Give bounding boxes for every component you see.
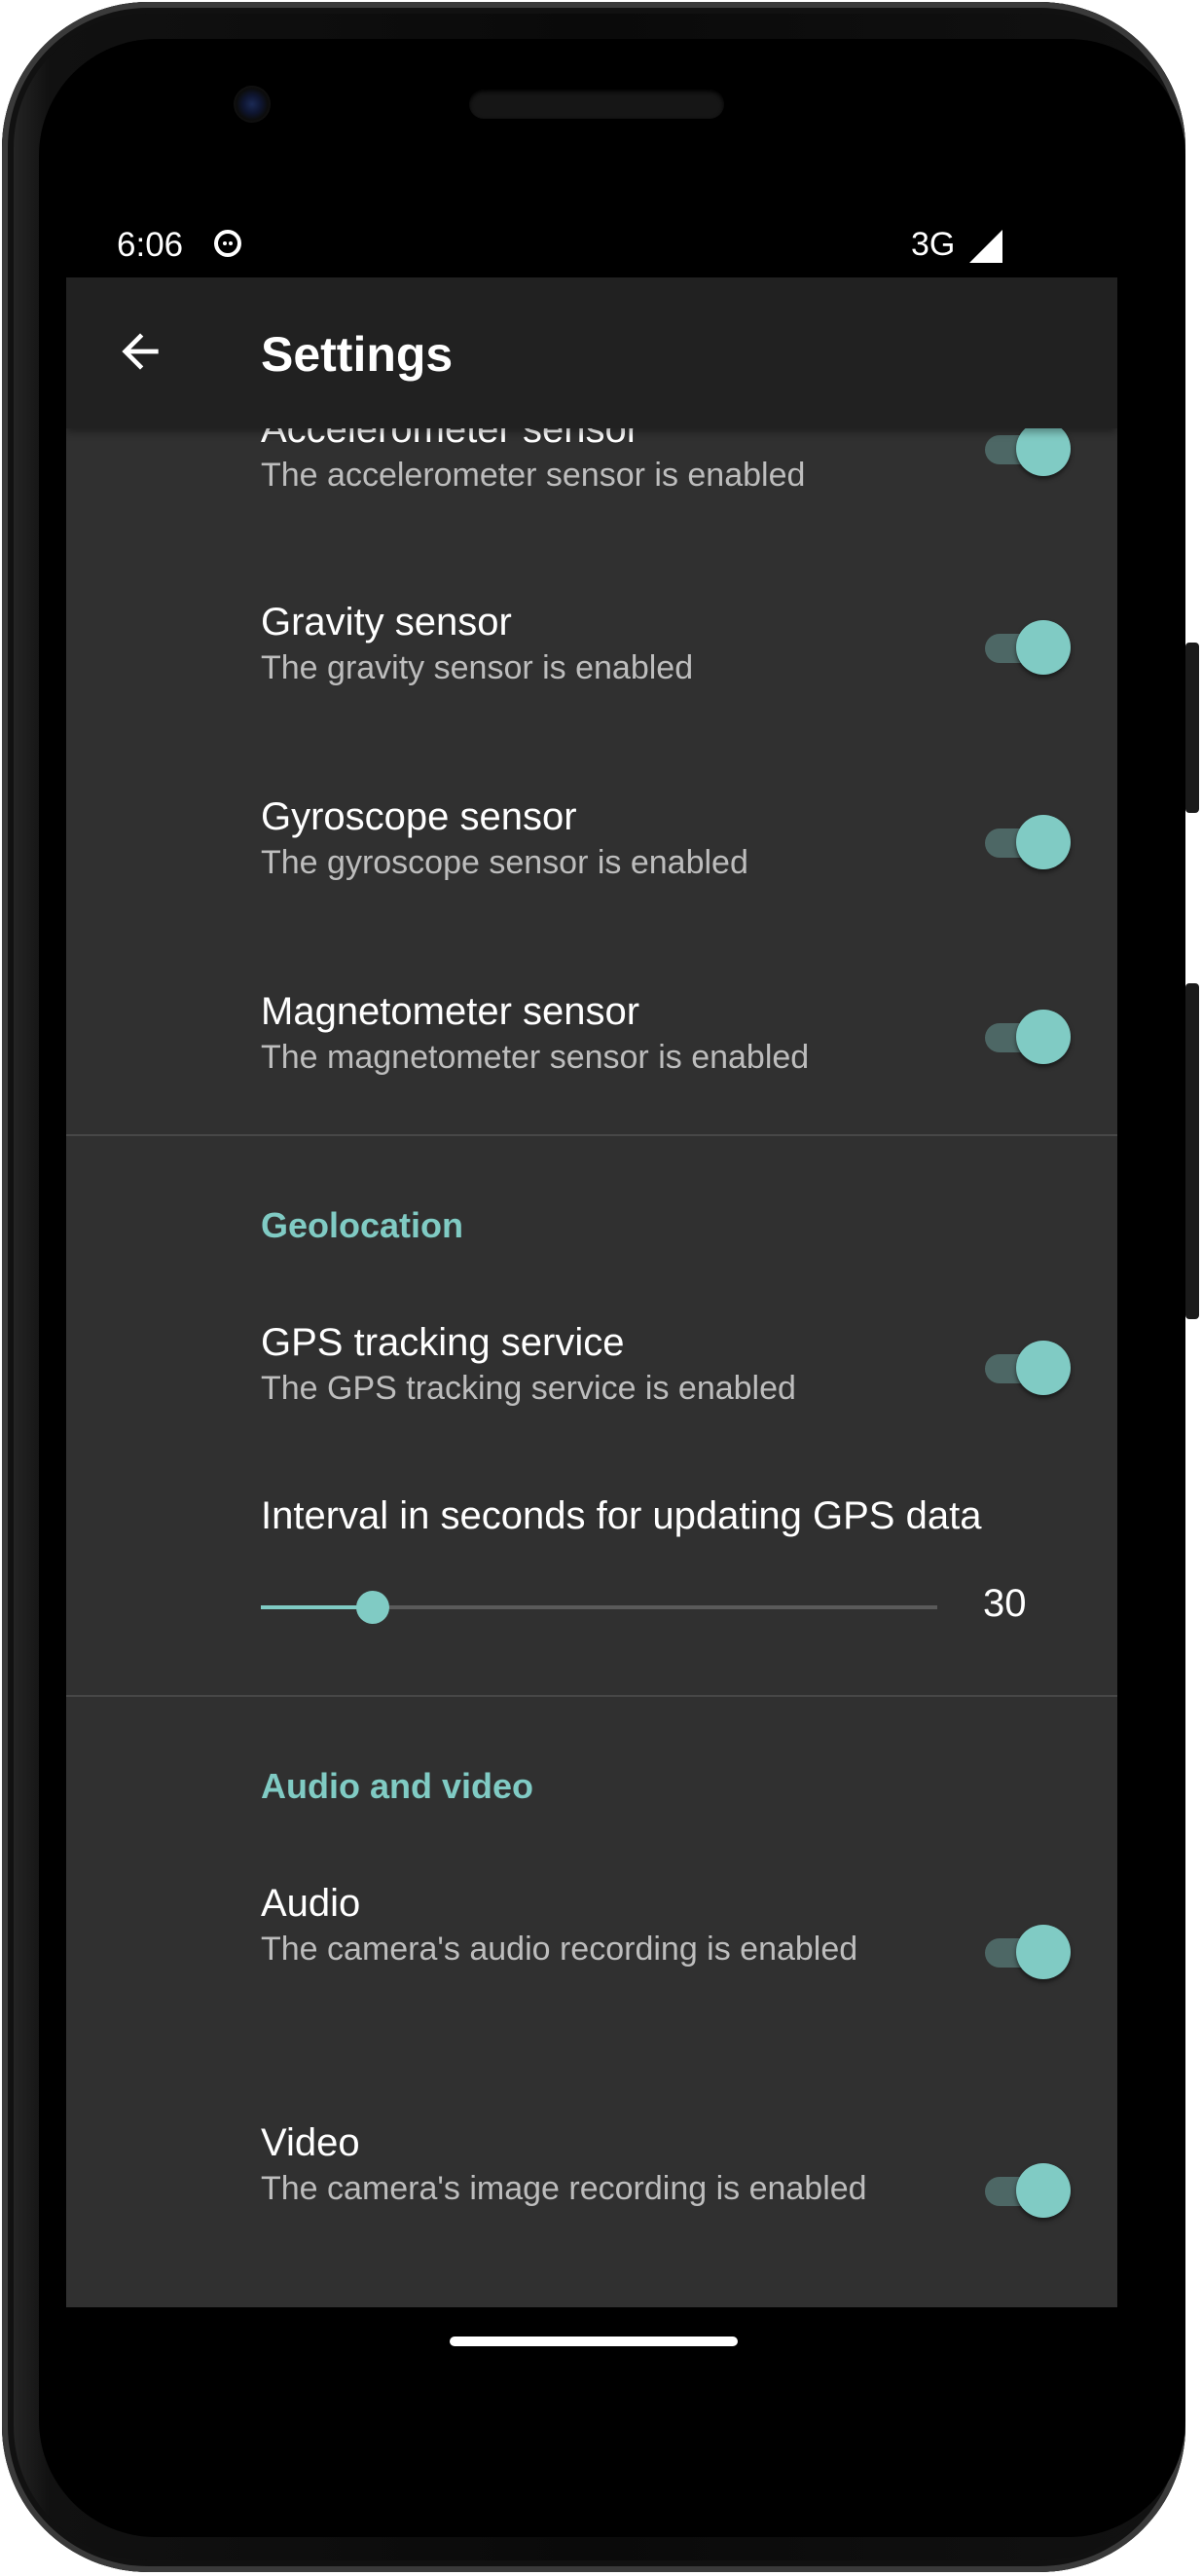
power-button: [1185, 983, 1199, 1319]
switch-thumb: [1016, 815, 1071, 869]
switch-thumb: [1016, 620, 1071, 675]
switch-thumb: [1016, 422, 1071, 476]
video-switch[interactable]: [981, 2161, 1071, 2220]
section-divider: [66, 1695, 1117, 1697]
pref-title: Interval in seconds for updating GPS dat…: [261, 1494, 982, 1537]
status-time: 6:06: [117, 226, 184, 264]
magnetometer-switch[interactable]: [981, 1008, 1071, 1066]
pref-summary: The gyroscope sensor is enabled: [261, 844, 748, 881]
pref-title: Gravity sensor: [261, 601, 512, 644]
back-arrow-icon[interactable]: [113, 324, 167, 379]
section-divider: [66, 1134, 1117, 1136]
gravity-switch[interactable]: [981, 618, 1071, 677]
notification-icon: [214, 230, 241, 257]
accelerometer-switch[interactable]: [981, 420, 1071, 478]
pref-gyroscope[interactable]: Gyroscope sensor The gyroscope sensor is…: [261, 793, 981, 885]
front-camera: [234, 86, 271, 123]
category-audio-video: Audio and video: [261, 1766, 534, 1806]
pref-gravity[interactable]: Gravity sensor The gravity sensor is ena…: [261, 599, 981, 690]
slider-value: 30: [983, 1582, 1027, 1625]
pref-audio[interactable]: Audio The camera's audio recording is en…: [261, 1880, 981, 1971]
pref-summary: The accelerometer sensor is enabled: [261, 457, 806, 494]
pref-title: Gyroscope sensor: [261, 795, 577, 838]
audio-switch[interactable]: [981, 1923, 1071, 1981]
pref-title: Magnetometer sensor: [261, 990, 640, 1033]
pref-title: Video: [261, 2121, 360, 2164]
volume-button: [1185, 643, 1199, 813]
switch-thumb: [1016, 1010, 1071, 1064]
pref-summary: The camera's audio recording is enabled: [261, 1931, 858, 1968]
pref-gps-interval: Interval in seconds for updating GPS dat…: [261, 1492, 1098, 1539]
home-indicator[interactable]: [450, 2337, 738, 2346]
earpiece-speaker: [469, 90, 724, 119]
network-type: 3G: [911, 226, 956, 263]
settings-screen: Accelerometer sensor The accelerometer s…: [66, 277, 1117, 2307]
pref-title: Audio: [261, 1882, 361, 1925]
pref-gps-tracking[interactable]: GPS tracking service The GPS tracking se…: [261, 1319, 981, 1411]
pref-summary: The gravity sensor is enabled: [261, 649, 694, 686]
switch-thumb: [1016, 1925, 1071, 1979]
pref-video[interactable]: Video The camera's image recording is en…: [261, 2119, 981, 2211]
switch-thumb: [1016, 2163, 1071, 2218]
pref-summary: The camera's image recording is enabled: [261, 2170, 867, 2207]
pref-magnetometer[interactable]: Magnetometer sensor The magnetometer sen…: [261, 988, 981, 1080]
pref-summary: The magnetometer sensor is enabled: [261, 1039, 810, 1076]
pref-title: GPS tracking service: [261, 1321, 625, 1364]
gyroscope-switch[interactable]: [981, 813, 1071, 871]
pref-summary: The GPS tracking service is enabled: [261, 1370, 796, 1407]
gps-tracking-switch[interactable]: [981, 1339, 1071, 1397]
settings-list[interactable]: Accelerometer sensor The accelerometer s…: [66, 277, 1117, 2307]
switch-thumb: [1016, 1341, 1071, 1395]
status-bar: 6:06 3G: [66, 216, 1117, 278]
slider-thumb[interactable]: [355, 1591, 389, 1624]
app-bar: Settings: [66, 277, 1117, 428]
gps-interval-slider[interactable]: [261, 1591, 937, 1624]
category-geolocation: Geolocation: [261, 1205, 464, 1245]
page-title: Settings: [261, 327, 454, 382]
signal-icon: [969, 230, 1002, 263]
